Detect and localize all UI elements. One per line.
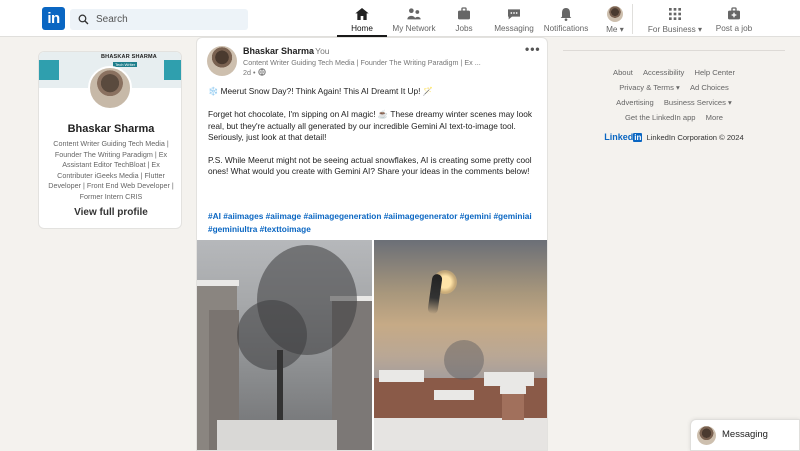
post-timestamp: 2d • xyxy=(243,68,256,77)
chevron-down-icon: ▾ xyxy=(617,25,624,34)
post-hashtags[interactable]: #AI #aiimages #aiimage #aiimagegeneratio… xyxy=(208,210,540,236)
avatar xyxy=(607,6,623,22)
chevron-down-icon: ▾ xyxy=(695,25,703,34)
messaging-overlay[interactable]: Messaging xyxy=(690,419,800,451)
nav-post-a-job-label: Post a job xyxy=(715,24,753,33)
nav-my-network[interactable]: My Network xyxy=(388,4,440,37)
nav-notifications-label: Notifications xyxy=(543,24,589,33)
post-title: ❄️ Meerut Snow Day?! Think Again! This A… xyxy=(208,86,434,96)
linkedin-wordmark-in: in xyxy=(633,133,643,142)
more-options-icon[interactable]: ••• xyxy=(525,42,541,56)
search-input[interactable] xyxy=(96,9,241,30)
nav-jobs[interactable]: Jobs xyxy=(443,4,485,37)
post-text: ❄️ Meerut Snow Day?! Think Again! This A… xyxy=(208,86,540,189)
grid-icon xyxy=(669,8,681,20)
messaging-avatar xyxy=(697,426,716,445)
footer-link-ad-choices[interactable]: Ad Choices xyxy=(690,83,729,92)
network-icon xyxy=(407,8,421,20)
nav-for-business-label: For Business xyxy=(647,25,696,34)
nav-messaging[interactable]: Messaging xyxy=(492,4,536,37)
messaging-label: Messaging xyxy=(722,429,768,440)
post-author-name[interactable]: Bhaskar Sharma xyxy=(243,46,314,56)
profile-card: BHASKAR SHARMA Tech Writer Bhaskar Sharm… xyxy=(38,51,182,229)
footer-link-about[interactable]: About xyxy=(613,68,633,77)
nav-post-a-job[interactable]: Post a job xyxy=(712,4,756,37)
copyright-text: LinkedIn Corporation © 2024 xyxy=(646,133,744,142)
copyright: Linkedin LinkedIn Corporation © 2024 xyxy=(563,132,785,142)
footer-link-advertising[interactable]: Advertising xyxy=(616,98,654,107)
post-image-snowy-rooftops[interactable] xyxy=(374,240,547,450)
briefcase-plus-icon xyxy=(728,7,740,20)
nav-for-business[interactable]: For Business ▾ xyxy=(645,4,705,37)
post-paragraph-2: P.S. While Meerut might not be seeing ac… xyxy=(208,155,532,177)
footer-link-help-center[interactable]: Help Center xyxy=(694,68,735,77)
feed-post: Bhaskar Sharma • You Content Writer Guid… xyxy=(196,37,548,451)
linkedin-wordmark: Linked xyxy=(604,132,634,142)
nav-my-network-label: My Network xyxy=(392,24,436,33)
globe-icon xyxy=(258,68,266,76)
nav-notifications[interactable]: Notifications xyxy=(541,4,591,37)
messaging-icon xyxy=(508,9,520,20)
search-bar[interactable] xyxy=(70,9,248,30)
footer-link-more[interactable]: More xyxy=(706,113,723,122)
nav-home-label: Home xyxy=(351,24,373,33)
nav-me-label: Me xyxy=(606,25,618,34)
post-author-avatar[interactable] xyxy=(207,46,237,76)
profile-name[interactable]: Bhaskar Sharma xyxy=(39,123,181,135)
nav-me[interactable]: Me ▾ xyxy=(596,4,634,37)
linkedin-logo[interactable]: in xyxy=(42,7,65,30)
post-you-badge: • You xyxy=(310,46,330,56)
footer-link-business-services[interactable]: Business Services ▾ xyxy=(664,98,732,107)
footer-link-accessibility[interactable]: Accessibility xyxy=(643,68,684,77)
footer-link-get-app[interactable]: Get the LinkedIn app xyxy=(625,113,696,122)
footer-link-privacy-terms[interactable]: Privacy & Terms ▾ xyxy=(619,83,680,92)
right-footer: About Accessibility Help Center Privacy … xyxy=(563,50,785,142)
nav-home[interactable]: Home xyxy=(337,4,387,37)
view-full-profile-link[interactable]: View full profile xyxy=(39,207,181,218)
top-nav: in Home My Network Jobs Messaging Notifi… xyxy=(0,0,800,37)
nav-divider xyxy=(632,4,633,34)
post-author-headline: Content Writer Guiding Tech Media | Foun… xyxy=(243,58,481,67)
search-icon xyxy=(78,14,89,25)
post-image-snowy-street[interactable] xyxy=(197,240,372,450)
jobs-icon xyxy=(458,7,470,20)
profile-headline: Content Writer Guiding Tech Media | Foun… xyxy=(48,139,174,201)
bell-icon xyxy=(560,8,572,21)
banner-title: BHASKAR SHARMA xyxy=(101,54,157,60)
post-paragraph-1: Forget hot chocolate, I'm sipping on AI … xyxy=(208,109,532,143)
nav-jobs-label: Jobs xyxy=(455,24,473,33)
profile-avatar[interactable] xyxy=(88,66,132,110)
home-icon xyxy=(355,8,369,20)
nav-messaging-label: Messaging xyxy=(494,24,534,33)
